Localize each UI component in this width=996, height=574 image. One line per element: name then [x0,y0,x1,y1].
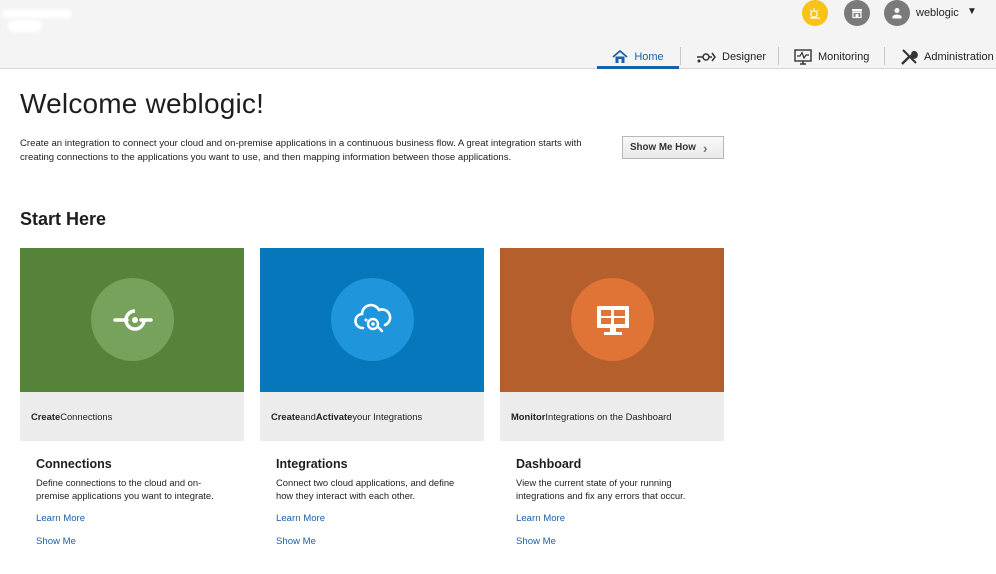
tab-monitoring[interactable]: Monitoring [794,44,869,69]
integrations-subtitle: Create and Activate your Integrations [260,392,484,441]
sun-notification-icon[interactable] [802,0,828,26]
card-description: View the current state of your running i… [516,477,686,501]
dashboard-hero[interactable] [500,248,724,392]
app-header: weblogic ▼ Home Designer Monitoring Admi… [0,0,996,69]
tab-home-label: Home [634,50,664,63]
nav-divider [884,47,885,65]
dashboard-monitor-icon [571,278,654,361]
dashboard-subtitle: Monitor Integrations on the Dashboard [500,392,724,441]
page-title: Welcome weblogic! [20,88,265,119]
brand-logo [0,6,80,36]
learn-more-link[interactable]: Learn More [36,513,244,524]
learn-more-link[interactable]: Learn More [516,513,724,524]
connections-hero[interactable] [20,248,244,392]
integrations-card: Create and Activate your Integrations In… [260,248,484,547]
chevron-down-icon[interactable]: ▼ [967,6,977,17]
user-avatar-icon[interactable] [884,0,910,26]
chevron-right-icon: › [702,139,708,156]
learn-more-link[interactable]: Learn More [276,513,484,524]
home-icon [612,49,628,63]
store-icon[interactable] [844,0,870,26]
card-title: Integrations [276,457,348,471]
show-me-link[interactable]: Show Me [36,536,244,547]
connections-subtitle: Create Connections [20,392,244,441]
designer-icon [697,52,716,62]
tab-designer[interactable]: Designer [696,44,766,69]
active-tab-indicator [597,66,679,69]
dashboard-card: Monitor Integrations on the Dashboard Da… [500,248,724,547]
administration-icon [901,48,918,65]
card-description: Connect two cloud applications, and defi… [276,477,455,501]
tab-designer-label: Designer [722,50,767,63]
show-me-link[interactable]: Show Me [276,536,484,547]
section-title: Start Here [20,209,107,229]
card-description: Define connections to the cloud and on-p… [36,477,214,501]
card-title: Dashboard [516,457,582,471]
intro-text: Create an integration to connect your cl… [20,138,582,163]
user-name[interactable]: weblogic [916,7,959,19]
show-me-how-label: Show Me How [630,142,696,153]
tab-administration-label: Administration [924,50,994,63]
connection-icon [91,278,174,361]
main-nav: Home Designer Monitoring Administration [0,44,996,70]
nav-divider [778,47,779,65]
cloud-integration-icon [331,278,414,361]
nav-divider [680,47,681,65]
monitoring-icon [794,48,812,65]
tab-administration[interactable]: Administration [900,44,994,69]
card-title: Connections [36,457,112,471]
tab-monitoring-label: Monitoring [818,50,870,63]
connections-card: Create Connections Connections Define co… [20,248,244,547]
show-me-how-button[interactable]: Show Me How › [622,136,724,159]
integrations-hero[interactable] [260,248,484,392]
show-me-link[interactable]: Show Me [516,536,724,547]
